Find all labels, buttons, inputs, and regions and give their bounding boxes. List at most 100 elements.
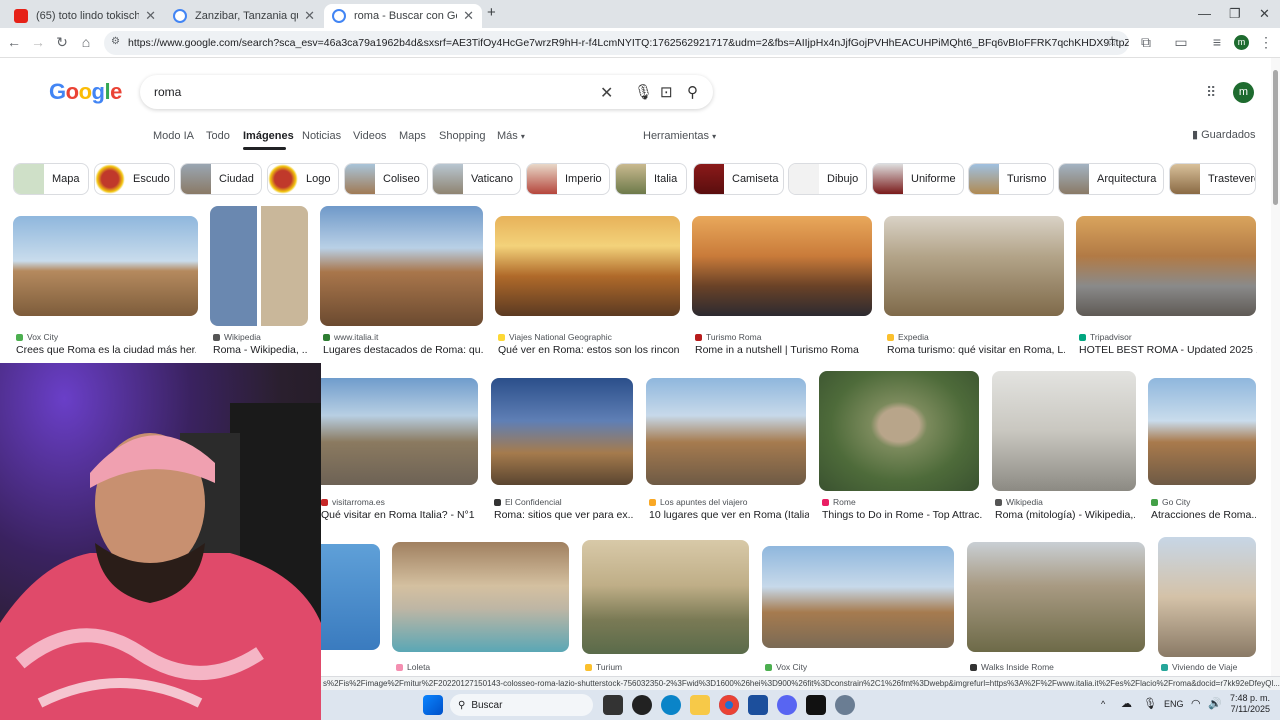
result-source[interactable]: Viajes National Geographic: [498, 332, 612, 342]
result-title[interactable]: HOTEL BEST ROMA - Updated 2025 ...: [1079, 344, 1257, 356]
google-logo[interactable]: Google: [49, 79, 122, 105]
result-title[interactable]: Rome in a nutshell | Turismo Roma: [695, 344, 873, 356]
tab-imagenes[interactable]: Imágenes: [243, 130, 294, 142]
profile-avatar[interactable]: m: [1234, 35, 1249, 50]
result-source[interactable]: Rome: [822, 497, 856, 507]
saved-button[interactable]: ▮ Guardados: [1192, 128, 1256, 141]
tab-shopping[interactable]: Shopping: [439, 130, 486, 142]
taskbar-search[interactable]: ⚲ Buscar: [450, 694, 593, 716]
chip-vaticano[interactable]: Vaticano: [432, 163, 521, 195]
chrome-icon[interactable]: [719, 695, 739, 715]
chip-ciudad[interactable]: Ciudad: [180, 163, 262, 195]
result-title[interactable]: Atracciones de Roma...: [1151, 509, 1256, 521]
discord-icon[interactable]: [777, 695, 797, 715]
tab-mas[interactable]: Más ▾: [497, 130, 525, 142]
result-image-forum[interactable]: [884, 216, 1064, 316]
tab-modo-ia[interactable]: Modo IA: [153, 130, 194, 142]
forward-icon[interactable]: →: [29, 34, 47, 50]
result-source[interactable]: Viviendo de Viaje: [1161, 662, 1237, 672]
tab-videos[interactable]: Videos: [353, 130, 386, 142]
result-title[interactable]: Qué visitar en Roma Italia? - N°1 ...: [321, 509, 478, 521]
cloud-icon[interactable]: ☁: [1121, 697, 1132, 710]
microphone-icon[interactable]: 🎙: [1143, 697, 1157, 710]
chip-trastevere[interactable]: Trastevere: [1169, 163, 1256, 195]
result-source[interactable]: Loleta: [396, 662, 430, 672]
result-source[interactable]: Tripadvisor: [1079, 332, 1132, 342]
result-source[interactable]: Wikipedia: [995, 497, 1043, 507]
result-title[interactable]: Lugares destacados de Roma: qu...: [323, 344, 483, 356]
app-icon[interactable]: [632, 695, 652, 715]
media-icon[interactable]: ≡: [1208, 34, 1226, 50]
result-image-rooftops[interactable]: [582, 540, 749, 654]
result-image-partial[interactable]: [321, 544, 380, 650]
tab-todo[interactable]: Todo: [206, 130, 230, 142]
tools-button[interactable]: Herramientas ▾: [643, 130, 716, 142]
result-source[interactable]: El Confidencial: [494, 497, 562, 507]
close-window-icon[interactable]: ✕: [1259, 6, 1270, 22]
site-info-icon[interactable]: ⚙: [111, 36, 120, 47]
chip-italia[interactable]: Italia: [615, 163, 687, 195]
menu-dots-icon[interactable]: ⋮: [1257, 34, 1275, 51]
bookmark-star-icon[interactable]: ☆: [1103, 33, 1121, 50]
settings-gear-icon[interactable]: [835, 695, 855, 715]
result-title[interactable]: Roma - Wikipedia, ...: [213, 344, 308, 356]
account-avatar[interactable]: m: [1233, 82, 1254, 103]
result-image-italia-colosseum[interactable]: [320, 206, 483, 326]
apps-grid-icon[interactable]: ⠿: [1206, 84, 1216, 101]
chip-mapa[interactable]: Mapa: [13, 163, 89, 195]
result-title[interactable]: 10 lugares que ver en Roma (Italia): [649, 509, 809, 521]
minimize-icon[interactable]: —: [1198, 6, 1211, 21]
result-image-wikipedia-collage[interactable]: [210, 206, 308, 326]
result-image-vatican-sunset[interactable]: [692, 216, 872, 316]
chip-coliseo[interactable]: Coliseo: [344, 163, 428, 195]
tab-noticias[interactable]: Noticias: [302, 130, 341, 142]
cast-icon[interactable]: ▭: [1172, 34, 1190, 51]
new-tab-button[interactable]: +: [487, 4, 496, 21]
result-title[interactable]: Qué ver en Roma: estos son los rincon...: [498, 344, 680, 356]
search-box[interactable]: roma ✕ 🎙 ⊡ ⚲: [140, 75, 713, 109]
close-tab-icon[interactable]: ✕: [463, 8, 474, 24]
result-source[interactable]: Turismo Roma: [695, 332, 761, 342]
chip-imperio[interactable]: Imperio: [526, 163, 610, 195]
tab-roma[interactable]: roma - Buscar con Google ✕: [324, 4, 482, 28]
clock[interactable]: 7:48 p. m. 7/11/2025: [1218, 693, 1270, 715]
chip-arquitectura[interactable]: Arquitectura: [1058, 163, 1164, 195]
wifi-icon[interactable]: ◠: [1191, 697, 1201, 710]
result-image-colosseum-wide[interactable]: [762, 546, 954, 648]
result-image-natgeo-colosseum[interactable]: [495, 216, 680, 316]
result-title[interactable]: Roma turismo: qué visitar en Roma, L...: [887, 344, 1065, 356]
back-icon[interactable]: ←: [5, 34, 23, 50]
result-source[interactable]: Go City: [1151, 497, 1190, 507]
close-tab-icon[interactable]: ✕: [304, 8, 315, 24]
language-indicator[interactable]: ENG: [1164, 699, 1184, 709]
result-source[interactable]: visitarroma.es: [321, 497, 385, 507]
search-icon[interactable]: ⚲: [687, 83, 698, 101]
result-image-aerial-colosseum[interactable]: [819, 371, 979, 491]
microphone-icon[interactable]: 🎙: [634, 83, 653, 101]
task-view-icon[interactable]: [603, 695, 623, 715]
chip-escudo[interactable]: Escudo: [94, 163, 175, 195]
tray-chevron-icon[interactable]: ^: [1101, 699, 1105, 709]
result-title[interactable]: Things to Do in Rome - Top Attrac...: [822, 509, 982, 521]
tab-maps[interactable]: Maps: [399, 130, 426, 142]
result-image-st-peters[interactable]: [1076, 216, 1256, 316]
chip-dibujo[interactable]: Dibujo: [788, 163, 867, 195]
result-title[interactable]: Crees que Roma es la ciudad más her...: [16, 344, 196, 356]
chip-turismo[interactable]: Turismo: [968, 163, 1054, 195]
result-source[interactable]: Expedia: [887, 332, 929, 342]
close-tab-icon[interactable]: ✕: [145, 8, 156, 24]
result-image-gocity[interactable]: [1148, 378, 1256, 485]
tab-youtube[interactable]: (65) toto lindo tokischa - YouTube ✕: [6, 4, 164, 28]
result-source[interactable]: Los apuntes del viajero: [649, 497, 747, 507]
tab-zanzibar[interactable]: Zanzibar, Tanzania que es - Busc ✕: [165, 4, 323, 28]
result-image-statue[interactable]: [992, 371, 1136, 491]
result-source[interactable]: Wikipedia: [213, 332, 261, 342]
result-image-castel-santangelo[interactable]: [321, 378, 478, 485]
result-image-forum-ruins[interactable]: [967, 542, 1145, 652]
chip-uniforme[interactable]: Uniforme: [872, 163, 964, 195]
scrollbar-thumb[interactable]: [1273, 70, 1278, 205]
result-image-colosseum-day[interactable]: [646, 378, 806, 485]
result-source[interactable]: Walks Inside Rome: [970, 662, 1054, 672]
edge-icon[interactable]: [661, 695, 681, 715]
result-image-arch[interactable]: [1158, 537, 1256, 657]
